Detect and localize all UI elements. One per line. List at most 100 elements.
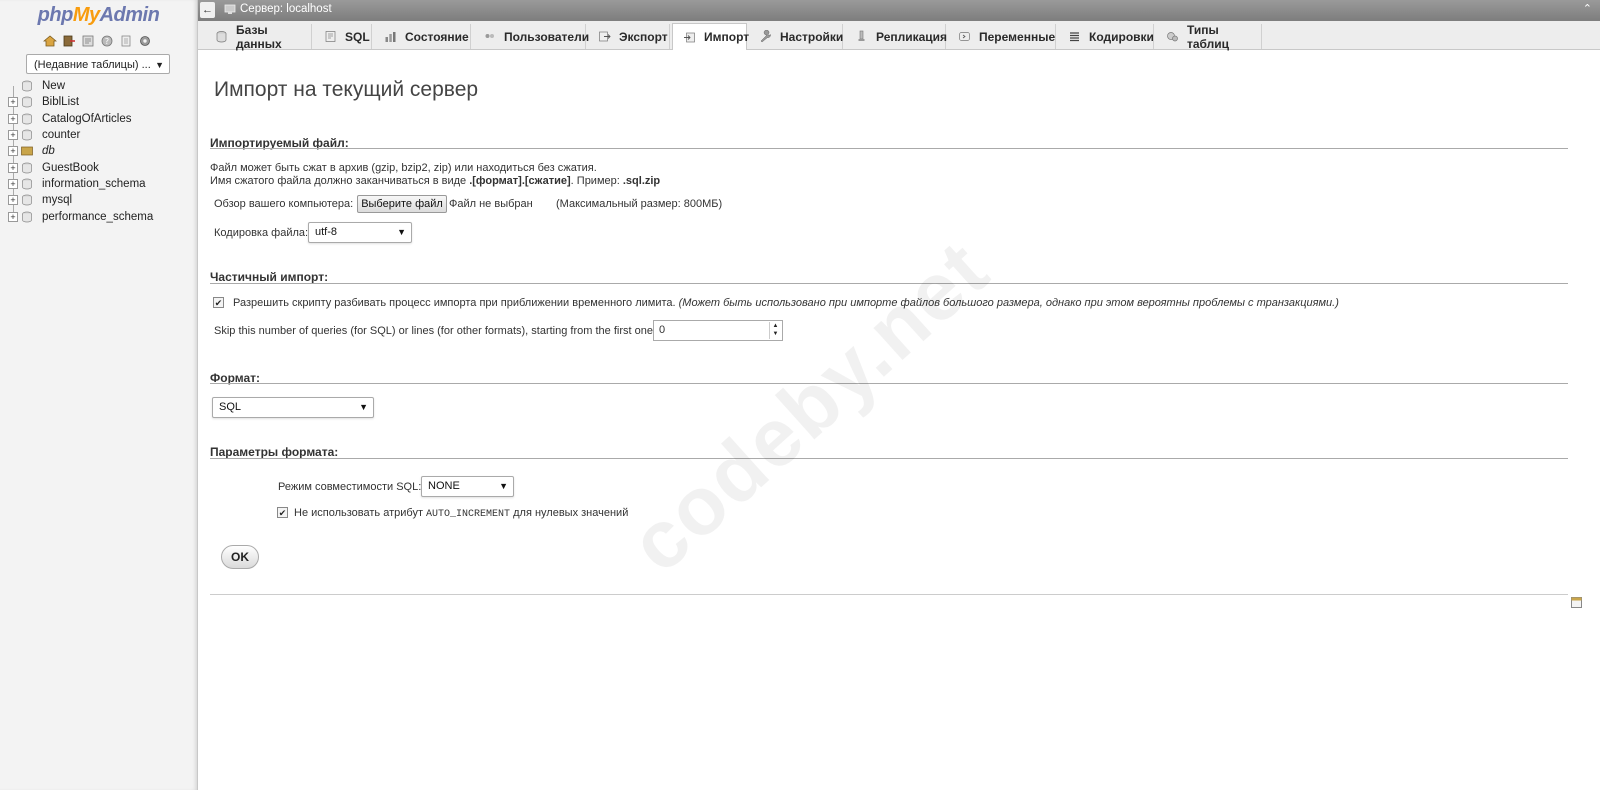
status-icon (384, 30, 397, 43)
format-options-title: Параметры формата: (210, 445, 339, 459)
tab-status[interactable]: Состояние (374, 24, 471, 49)
docs-page-icon[interactable] (118, 34, 133, 48)
section-divider (210, 458, 1568, 459)
export-icon (598, 30, 611, 43)
recent-tables-select[interactable]: (Недавние таблицы) ... ▼ (26, 54, 170, 74)
collapse-icon[interactable]: ⌃ (1583, 2, 1592, 15)
wrench-icon (759, 30, 772, 43)
db-item-label: counter (42, 129, 81, 142)
db-item-label: BiblList (42, 96, 80, 109)
db-item-label: GuestBook (42, 161, 99, 174)
tab-users[interactable]: Пользователи (473, 24, 590, 49)
users-icon (483, 30, 496, 43)
db-item-catalogofarticles[interactable]: + CatalogOfArticles (8, 111, 153, 127)
database-tree: New + BiblList + CatalogOfArticles + counter + d… (8, 78, 153, 225)
no-auto-suffix: для нулевых значений (510, 507, 629, 519)
max-size-text: (Максимальный размер: 800МБ) (556, 198, 723, 210)
browse-label: Обзор вашего компьютера: (214, 198, 354, 210)
section-divider (210, 383, 1568, 384)
tab-import[interactable]: Импорт (672, 23, 749, 50)
db-item-label: mysql (42, 194, 73, 207)
database-icon (21, 96, 33, 108)
new-database-icon (21, 80, 33, 92)
db-item-counter[interactable]: + counter (8, 127, 153, 143)
phpmyadmin-logo[interactable]: phpMyAdmin (0, 4, 197, 27)
format-value: SQL (219, 401, 242, 413)
charset-select[interactable]: utf-8 ▼ (308, 222, 412, 243)
expand-icon[interactable]: + (8, 146, 18, 157)
chevron-down-icon: ▼ (155, 60, 164, 70)
allow-interrupt-checkbox[interactable]: ✔ (213, 297, 224, 308)
stepper-up-icon[interactable]: ▲ (770, 322, 781, 330)
docs-icon[interactable]: ? (99, 34, 114, 48)
engines-icon (1166, 30, 1179, 43)
section-divider (210, 594, 1568, 595)
page-title: Импорт на текущий сервер (214, 78, 479, 101)
tab-charset[interactable]: Кодировки (1058, 24, 1154, 49)
console-icon[interactable] (1571, 597, 1582, 608)
note-format: .[формат].[сжатие] (469, 175, 571, 187)
db-item-new[interactable]: New (8, 78, 153, 94)
tab-label: Пользователи (504, 29, 590, 44)
breadcrumb[interactable]: Сервер: localhost (224, 3, 332, 15)
skip-queries-input[interactable]: 0 ▲ ▼ (653, 320, 783, 341)
skip-queries-value: 0 (659, 324, 666, 336)
db-item-guestbook[interactable]: + GuestBook (8, 159, 153, 175)
tab-replication[interactable]: Репликация (845, 24, 948, 49)
tab-label: Репликация (876, 29, 948, 44)
charset-value: utf-8 (315, 226, 338, 238)
logo-php-text: php (37, 4, 74, 26)
back-button[interactable]: ← (200, 2, 215, 18)
expand-icon[interactable]: + (8, 178, 18, 189)
choose-file-button[interactable]: Выберите файл (357, 195, 447, 213)
note-prefix: Имя сжатого файла должно заканчиваться в… (210, 175, 470, 187)
tab-database[interactable]: Базы данных (205, 23, 312, 51)
expand-icon[interactable]: + (8, 130, 18, 141)
ok-button[interactable]: OK (221, 545, 259, 569)
logo-my-text: My (72, 4, 100, 26)
format-select[interactable]: SQL ▼ (212, 397, 374, 418)
db-item-information_schema[interactable]: + information_schema (8, 176, 153, 192)
db-item-label: New (42, 80, 66, 93)
expand-icon[interactable]: + (8, 97, 18, 108)
stepper-down-icon[interactable]: ▼ (770, 330, 781, 338)
quick-icons-bar: ? (42, 34, 152, 48)
query-window-icon[interactable] (80, 34, 95, 48)
server-name: Сервер: localhost (240, 3, 332, 15)
tab-label: Переменные (979, 29, 1056, 44)
database-icon (21, 178, 33, 190)
no-auto-increment-checkbox[interactable]: ✔ (277, 507, 288, 518)
expand-icon[interactable]: + (8, 162, 18, 173)
tab-engines[interactable]: Типы таблиц (1156, 22, 1262, 51)
replication-icon (855, 30, 868, 43)
database-icon (21, 113, 33, 125)
main-tabs: Базы данных SQL Состояние Пользователи Экспо… (198, 21, 1600, 51)
tab-export[interactable]: Экспорт (588, 24, 670, 49)
db-item-performance_schema[interactable]: + performance_schema (8, 208, 153, 224)
no-auto-increment-label: Не использовать атрибут AUTO_INCREMENT д… (294, 507, 628, 520)
db-item-mysql[interactable]: + mysql (8, 192, 153, 208)
db-item-label: performance_schema (42, 210, 154, 223)
expand-icon[interactable]: + (8, 195, 18, 206)
expand-icon[interactable]: + (8, 211, 18, 222)
tab-wrench[interactable]: Настройки (749, 24, 843, 49)
logout-icon[interactable] (61, 34, 76, 48)
db-item-db[interactable]: + db (8, 143, 153, 159)
section-divider (210, 283, 1568, 284)
expand-icon[interactable]: + (8, 113, 18, 124)
tab-label: Экспорт (619, 29, 668, 44)
tab-label: Кодировки (1089, 29, 1154, 44)
note-mid: . Пример: (570, 175, 623, 187)
tab-label: Типы таблиц (1187, 22, 1230, 51)
tab-sql[interactable]: SQL (314, 24, 372, 49)
home-icon[interactable] (42, 34, 57, 48)
sql-compat-label: Режим совместимости SQL: (278, 481, 422, 493)
number-stepper[interactable]: ▲ ▼ (769, 322, 781, 339)
tab-variables[interactable]: Переменные (948, 24, 1056, 49)
db-item-bibllist[interactable]: + BiblList (8, 94, 153, 110)
db-item-label: information_schema (42, 177, 146, 190)
allow-interrupt-note: (Может быть использовано при импорте фай… (678, 297, 1339, 309)
database-icon (21, 211, 33, 223)
settings-icon[interactable] (137, 34, 152, 48)
sql-compat-select[interactable]: NONE ▼ (421, 476, 514, 497)
